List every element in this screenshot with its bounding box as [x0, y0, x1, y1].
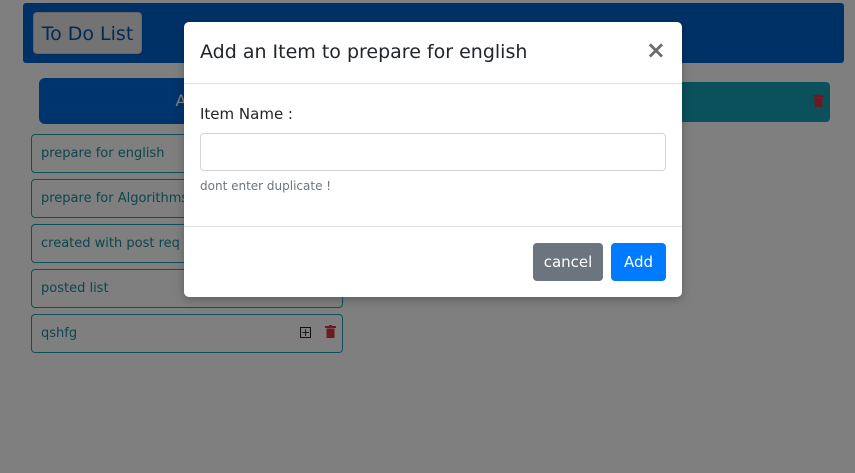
modal-footer: cancel Add — [184, 226, 682, 297]
close-icon[interactable]: × — [646, 38, 666, 62]
modal-title: Add an Item to prepare for english — [200, 41, 528, 63]
cancel-button[interactable]: cancel — [533, 243, 603, 281]
item-name-input[interactable] — [200, 133, 666, 171]
modal-body: Item Name : dont enter duplicate ! — [184, 84, 682, 226]
add-button[interactable]: Add — [611, 243, 666, 281]
modal-header: Add an Item to prepare for english × — [184, 22, 682, 84]
help-text: dont enter duplicate ! — [200, 179, 332, 193]
item-name-label: Item Name : — [200, 105, 293, 123]
add-item-modal: Add an Item to prepare for english × Ite… — [184, 22, 682, 297]
